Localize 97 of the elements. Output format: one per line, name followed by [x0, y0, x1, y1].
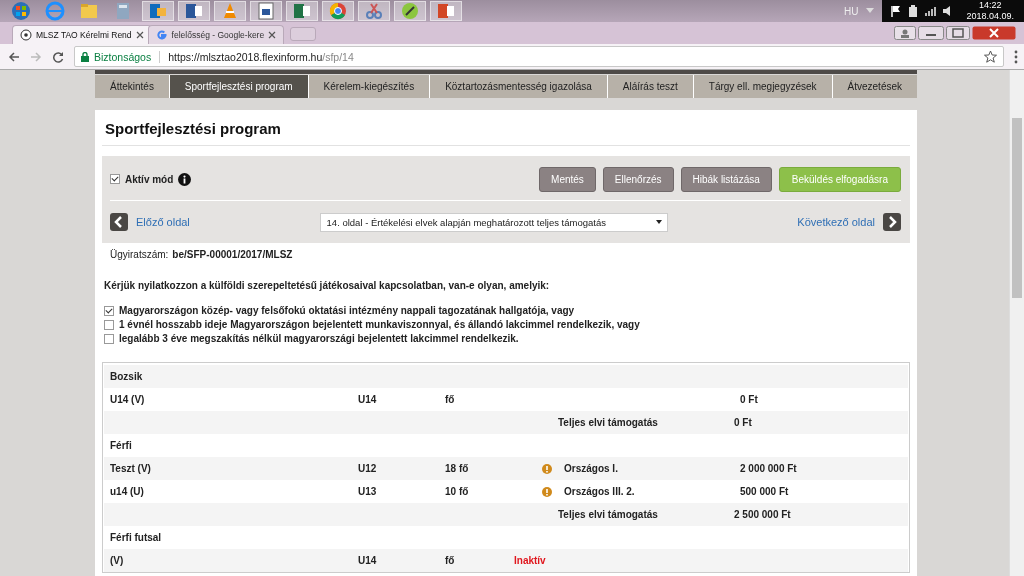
- document-icon: [184, 1, 204, 21]
- clock-date: 2018.04.09.: [966, 11, 1014, 22]
- taskbar-button[interactable]: [142, 1, 174, 21]
- chevron-right-icon[interactable]: [883, 213, 901, 231]
- taskbar-button[interactable]: [394, 1, 426, 21]
- next-page-link[interactable]: Következő oldal: [797, 216, 875, 228]
- profile-icon[interactable]: [894, 26, 916, 40]
- address-field[interactable]: Biztonságos https://mlsztao2018.flexinform.hu/sfp/14: [74, 46, 1004, 67]
- previous-page-link[interactable]: Előző oldal: [136, 216, 190, 228]
- action-button[interactable]: Hibák listázása: [680, 166, 772, 192]
- question-text: Kérjük nyilatkozzon a külföldi szerepeltetésű játékosaival kapcsolatban, van-e olyan, amelyik:: [103, 279, 551, 293]
- select-value: 14. oldal - Értékelési elvek alapján meghatározott teljes támogatás: [326, 216, 606, 228]
- total-label: Teljes elvi támogatás: [558, 417, 659, 428]
- minimize-icon[interactable]: [918, 26, 944, 40]
- page-title: Sportfejlesztési program: [102, 110, 910, 146]
- table-cell-text: U14: [358, 555, 378, 566]
- reload-icon[interactable]: [52, 50, 64, 63]
- caret-icon: [866, 8, 875, 14]
- option-label: legalább 3 éve megszakítás nélkül magyarországi bejelentett lakcimmel rendelkezik.: [119, 333, 519, 344]
- scissors-icon: [364, 1, 384, 21]
- option-label: 1 évnél hosszabb ideje Magyarországon bejelentett munkaviszonnyal, és állandó lakcimmel rendelkezik, vagy: [119, 319, 640, 330]
- taskbar-button[interactable]: [286, 1, 318, 21]
- taskbar-button[interactable]: [250, 1, 282, 21]
- nav-tab[interactable]: Aláírás teszt: [607, 75, 694, 98]
- checkbox[interactable]: [110, 174, 120, 184]
- tab-title: felelősség - Google-kere: [171, 30, 265, 40]
- table-cell: 500 000 Ft: [740, 486, 789, 497]
- browser-tab[interactable]: felelősség - Google-kere: [147, 25, 285, 44]
- back-icon[interactable]: [8, 50, 20, 63]
- chevron-left-icon[interactable]: [110, 213, 128, 231]
- option-label: Magyarországon közép- vagy felsőfokú oktatási intézmény nappali tagozatának hallgatója, vagy: [119, 305, 575, 316]
- nav-tab[interactable]: Sportfejlesztési program: [169, 75, 309, 98]
- table-cell-text: U14: [358, 394, 378, 405]
- table-cell-text: (V): [109, 555, 125, 566]
- maximize-icon[interactable]: [946, 26, 970, 40]
- chrome-icon: [328, 1, 348, 21]
- google-icon: [155, 29, 168, 41]
- checkbox-label: Aktív mód: [125, 173, 174, 185]
- total-amount: 2 500 000 Ft: [734, 509, 791, 520]
- folder-icon: [79, 1, 99, 21]
- dropdown-caret-icon: [655, 220, 662, 224]
- table-cell-text: 18 fő: [445, 463, 470, 474]
- close-icon[interactable]: [135, 31, 144, 39]
- checkbox[interactable]: [104, 319, 114, 330]
- table-cell: 2 000 000 Ft: [740, 463, 797, 474]
- nav-tab[interactable]: Tárgy ell. megjegyzések: [693, 75, 833, 98]
- table-cell-text: fő: [445, 555, 456, 566]
- taskbar-button[interactable]: [358, 1, 390, 21]
- close-icon[interactable]: [972, 26, 1016, 40]
- table-cell: 0 Ft: [740, 394, 758, 405]
- group-heading: Bozsik: [109, 371, 144, 382]
- url-text: https://mlsztao2018.flexinform.hu/sfp/14: [168, 50, 354, 63]
- flag-icon[interactable]: [890, 5, 903, 17]
- case-number-label: Ügyiratszám:: [110, 249, 169, 260]
- nav-tab[interactable]: Kérelem-kiegészítés: [308, 75, 431, 98]
- taskbar-button[interactable]: [430, 1, 462, 21]
- scrollbar[interactable]: [1009, 70, 1024, 576]
- table-cell-text: Országos III. 2.: [564, 486, 636, 497]
- table-cell-text: U13: [358, 486, 378, 497]
- battery-icon[interactable]: [908, 5, 919, 17]
- info-icon: [178, 172, 192, 186]
- nav-tab[interactable]: Köztartozásmentesség igazolása: [430, 75, 608, 98]
- nav-tab[interactable]: Áttekintés: [95, 75, 170, 98]
- action-button[interactable]: Mentés: [539, 166, 596, 192]
- table-cell-text: U14 (V): [109, 394, 146, 405]
- menu-icon[interactable]: [1014, 49, 1018, 64]
- taskbar-button[interactable]: [178, 1, 210, 21]
- orb-icon: [11, 1, 31, 21]
- ball-icon: [20, 29, 32, 41]
- close-icon[interactable]: [268, 31, 277, 39]
- globe-icon: [45, 1, 65, 21]
- table-cell-text: Teszt (V): [109, 463, 152, 474]
- table-cell-text: 10 fő: [445, 486, 470, 497]
- table-cell-text: u14 (U): [109, 486, 145, 497]
- taskbar-button[interactable]: [322, 1, 354, 21]
- lock-icon: [81, 51, 89, 62]
- checkbox[interactable]: [104, 333, 114, 344]
- calendar-icon: [256, 1, 276, 21]
- total-amount: 0 Ft: [734, 417, 752, 428]
- clock-time: 14:22: [978, 0, 1002, 11]
- action-button[interactable]: Ellenőrzés: [602, 166, 674, 192]
- signal-icon[interactable]: [924, 5, 937, 17]
- table-cell-text: Országos I.: [564, 463, 619, 474]
- group-heading: Férfi: [109, 440, 133, 451]
- total-label: Teljes elvi támogatás: [558, 509, 659, 520]
- case-number: be/SFP-00001/2017/MLSZ: [172, 249, 293, 260]
- checkbox[interactable]: [104, 305, 114, 316]
- tab-title: MLSZ TAO Kérelmi Rend: [36, 30, 132, 40]
- page-select[interactable]: 14. oldal - Értékelési elvek alapján meghatározott teljes támogatás: [319, 212, 668, 232]
- table-cell-text: fő: [445, 394, 456, 405]
- nav-tab[interactable]: Átvezetések: [832, 75, 917, 98]
- star-icon[interactable]: [984, 50, 997, 63]
- status-text: Inaktív: [514, 555, 546, 566]
- group-heading: Férfi futsal: [109, 532, 163, 543]
- scrollbar-thumb[interactable]: [1012, 118, 1022, 298]
- table-cell-text: U12: [358, 463, 378, 474]
- security-label: Biztonságos: [94, 50, 152, 63]
